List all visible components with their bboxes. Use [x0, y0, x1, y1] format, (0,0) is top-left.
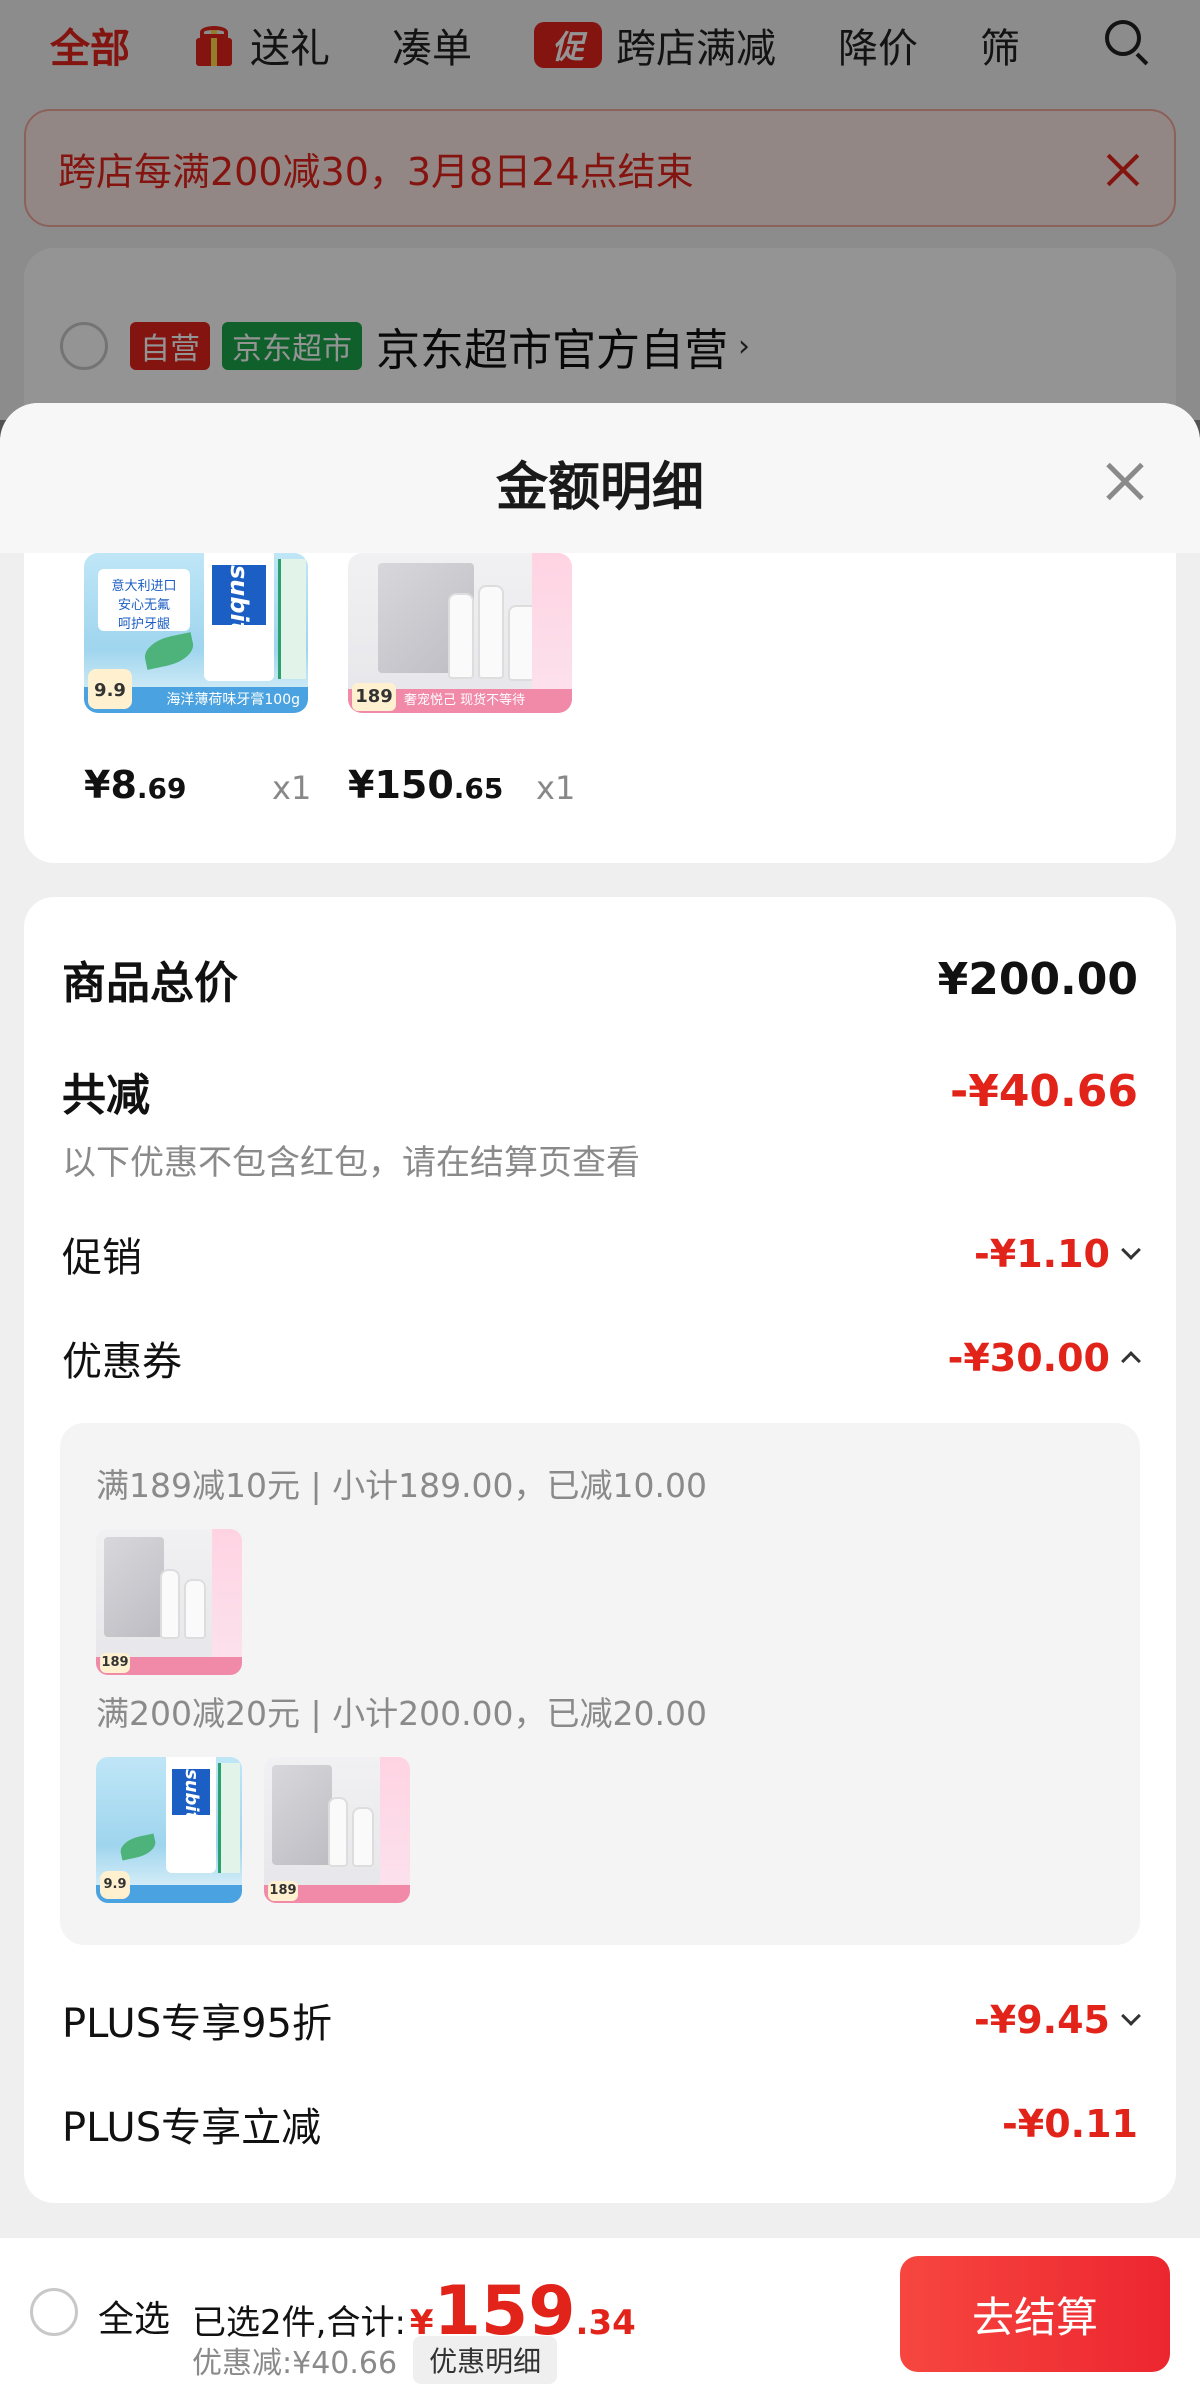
plus-reduce-label: PLUS专享立减: [62, 2105, 322, 2151]
coupon-product-thumb-ahc[interactable]: 189: [96, 1529, 242, 1675]
coupon-line: 满189减10元 | 小计189.00，已减10.00: [96, 1466, 708, 1505]
bottle: [160, 1569, 180, 1639]
gift-bag: [272, 1765, 332, 1865]
amount-detail-card: 商品总价 ¥200.00 共减 -¥40.66 以下优惠不包含红包，请在结算页查…: [24, 897, 1176, 2203]
thumb-price: 189: [100, 1653, 130, 1673]
coupon-detail-box: 满189减10元 | 小计189.00，已减10.00 189 满200减20元…: [60, 1423, 1140, 1945]
plus-discount-label: PLUS专享95折: [62, 2001, 332, 2047]
promotion-value: -¥1.10: [974, 1232, 1141, 1276]
chevron-down-icon: [1121, 1240, 1141, 1260]
price-decimal: .69: [136, 772, 187, 805]
discount-line: 优惠减:¥40.66 优惠明细: [192, 2336, 558, 2384]
product-image-toothpaste[interactable]: 意大利进口 安心无氟 呵护牙龈 subito 海洋薄荷味牙膏100g 9.9: [84, 553, 308, 713]
chevron-up-icon: [1121, 1351, 1141, 1371]
products-card: 意大利进口 安心无氟 呵护牙龈 subito 海洋薄荷味牙膏100g 9.9 奢…: [24, 513, 1176, 863]
price-integer: ¥8: [84, 763, 137, 807]
promotion-row[interactable]: 促销 -¥1.10: [62, 1225, 1141, 1283]
brand-logo: subito: [172, 1769, 210, 1833]
reduce-note: 以下优惠不包含红包，请在结算页查看: [62, 1143, 640, 1183]
plus-reduce-value: -¥0.11: [1002, 2102, 1138, 2146]
bottom-bar: 全选 已选2件,合计: ¥ 159 .34 优惠减:¥40.66 优惠明细 去结…: [0, 2238, 1200, 2389]
sheet-title: 金额明细: [495, 458, 704, 518]
coupon-product-thumb-ahc[interactable]: 189: [264, 1757, 410, 1903]
mint-leaf: [118, 1833, 158, 1861]
bottle: [352, 1807, 374, 1867]
chevron-down-icon: [1121, 2006, 1141, 2026]
discount-detail-button[interactable]: 优惠明细: [413, 2336, 558, 2384]
toothpaste-box: [218, 1763, 240, 1873]
bottle: [448, 593, 474, 679]
total-decimal: .34: [575, 2303, 636, 2343]
pink-panel: [380, 1757, 410, 1903]
reduce-row: 共减 -¥40.66: [62, 1059, 1138, 1123]
total-row: 商品总价 ¥200.00: [62, 947, 1138, 1011]
checkout-button[interactable]: 去结算: [900, 2256, 1170, 2372]
reduce-label: 共减: [62, 1070, 150, 1121]
price-integer: ¥150: [348, 763, 454, 807]
sheet-header: 金额明细: [0, 403, 1200, 553]
product-label-box: 意大利进口 安心无氟 呵护牙龈: [98, 569, 190, 632]
bottle: [184, 1579, 206, 1639]
product-label: 呵护牙龈: [117, 617, 170, 632]
product-quantity: x1: [536, 769, 576, 807]
product-price: ¥150.65: [348, 763, 503, 807]
promotion-amount: -¥1.10: [974, 1232, 1110, 1276]
plus-discount-value: -¥9.45: [974, 1998, 1141, 2042]
pink-panel: [212, 1529, 242, 1675]
promotion-label: 促销: [62, 1235, 142, 1281]
total-label: 商品总价: [62, 958, 238, 1009]
coupon-product-thumb-toothpaste[interactable]: subito 9.9: [96, 1757, 242, 1903]
product-image-ahc[interactable]: 奢宠悦己 现货不等待 189: [348, 553, 572, 713]
reduce-value: -¥40.66: [949, 1065, 1138, 1117]
coupon-line: 满200减20元 | 小计200.00，已减20.00: [96, 1694, 708, 1733]
thumb-price: 189: [268, 1881, 298, 1901]
plus-discount-row[interactable]: PLUS专享95折 -¥9.45: [62, 1991, 1141, 2049]
discount-text: 优惠减:¥40.66: [192, 2346, 398, 2381]
product-image-price: 9.9: [88, 669, 132, 709]
product-price: ¥8.69: [84, 763, 187, 807]
gift-bag: [104, 1537, 164, 1637]
coupon-label: 优惠券: [62, 1339, 182, 1385]
price-decimal: .65: [453, 772, 504, 805]
thumb-price: 9.9: [100, 1871, 130, 1899]
select-all-radio[interactable]: [30, 2288, 78, 2336]
coupon-amount: -¥30.00: [947, 1336, 1110, 1380]
mint-leaf: [141, 632, 197, 670]
product-quantity: x1: [272, 769, 312, 807]
coupon-row[interactable]: 优惠券 -¥30.00: [62, 1329, 1141, 1387]
amount-detail-sheet: 金额明细 意大利进口 安心无氟 呵护牙龈 subito 海洋薄荷味牙膏100g …: [0, 403, 1200, 2389]
brand-logo: subito: [212, 565, 266, 650]
product-label: 安心无氟: [117, 598, 170, 613]
product-image-price: 189: [352, 683, 396, 711]
total-value: ¥200.00: [937, 953, 1138, 1005]
close-icon[interactable]: [1101, 455, 1149, 503]
select-all-label[interactable]: 全选: [98, 2290, 170, 2342]
product-label: 意大利进口: [111, 579, 177, 594]
coupon-value: -¥30.00: [947, 1336, 1141, 1380]
bottle: [478, 585, 504, 679]
plus-reduce-row: PLUS专享立减 -¥0.11: [62, 2095, 1138, 2153]
plus-discount-amount: -¥9.45: [974, 1998, 1110, 2042]
bottle: [328, 1797, 348, 1867]
toothpaste-box: [278, 559, 306, 679]
